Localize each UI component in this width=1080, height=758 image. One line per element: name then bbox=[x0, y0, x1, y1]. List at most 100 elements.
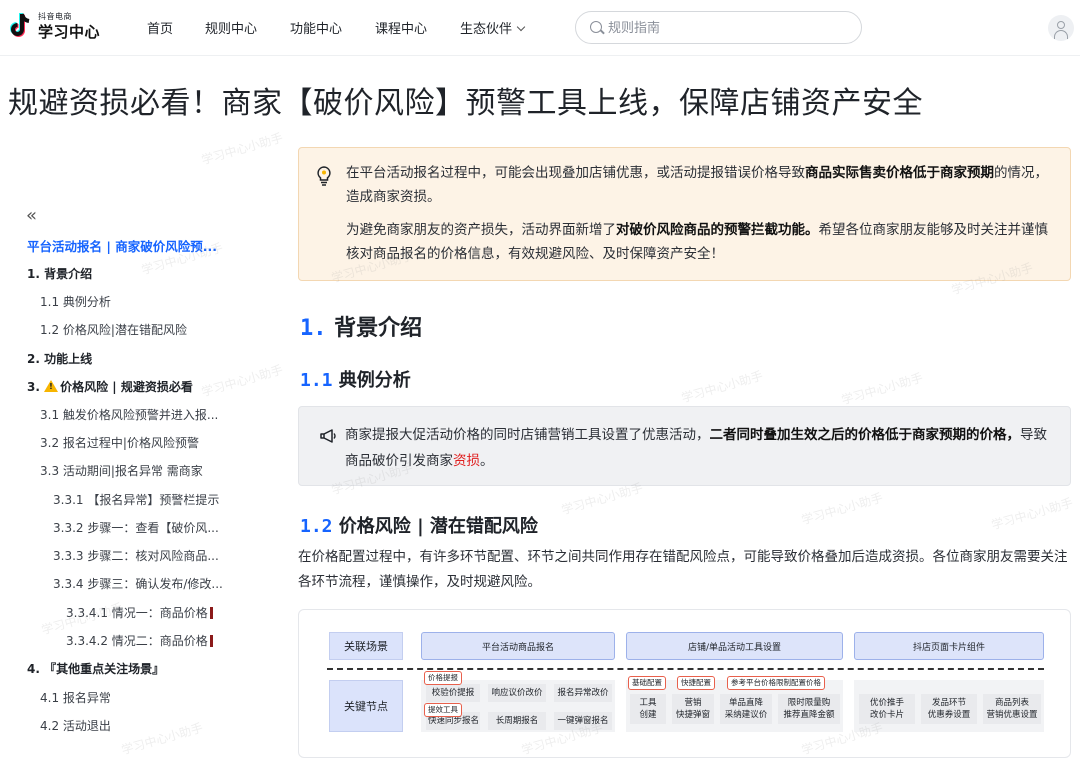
diagram-node: 报名异常改价 bbox=[554, 684, 612, 702]
watermark: 学习中心小助手 bbox=[989, 495, 1075, 533]
diagram-divider bbox=[327, 668, 1044, 670]
diagram-node: 校验价提报 bbox=[426, 684, 480, 702]
toc-item-label: 3.3.4.1 情况一：商品价格 bbox=[66, 606, 208, 620]
toc-item-label: 价格风险 | 规避资损必看 bbox=[60, 380, 193, 394]
logo-title: 学习中心 bbox=[38, 23, 101, 41]
tip-text: 为避免商家朋友的资产损失，活动界面新增了 bbox=[346, 222, 616, 238]
diagram-tag: 基础配置 bbox=[628, 676, 666, 690]
diagram-tag: 提效工具 bbox=[424, 703, 462, 717]
search-box[interactable] bbox=[575, 11, 862, 44]
megaphone-icon bbox=[320, 429, 336, 443]
watermark: 学习中心小助手 bbox=[199, 130, 285, 168]
watermark: 学习中心小助手 bbox=[679, 368, 765, 406]
toc-item[interactable]: 4. 『其他重点关注场景』 bbox=[27, 660, 164, 677]
warning-icon bbox=[44, 380, 59, 392]
nav-eco-partners[interactable]: 生态伙伴 bbox=[460, 18, 526, 37]
toc-item-label: 3.3.4.2 情况二：商品价格 bbox=[66, 634, 208, 648]
toc-item[interactable]: 3.3.4 步骤三：确认发布/修改... bbox=[53, 575, 223, 592]
price-config-diagram: 关联场景 平台活动商品报名 店铺/单品活动工具设置 抖店页面卡片组件 关键节点 … bbox=[298, 609, 1071, 758]
nav-feature-center[interactable]: 功能中心 bbox=[290, 18, 342, 37]
section-title: 价格风险 | 潜在错配风险 bbox=[338, 516, 538, 537]
example-text: 商家提报大促活动价格的同时店铺营销工具设置了优惠活动，二者同时叠加生效之后的价格… bbox=[345, 422, 1057, 474]
tip-highlight: 商品实际售卖价格低于商家预期 bbox=[805, 165, 994, 181]
toc-item[interactable]: 3.1 触发价格风险预警并进入报... bbox=[40, 406, 218, 423]
toc-item[interactable]: 1. 背景介绍 bbox=[27, 265, 92, 282]
diagram-scene: 平台活动商品报名 bbox=[421, 632, 615, 660]
toc-item[interactable]: 3.3.1 【报名异常】预警栏提示 bbox=[53, 491, 219, 508]
user-avatar[interactable] bbox=[1048, 15, 1074, 41]
diagram-tag: 快捷配置 bbox=[677, 676, 715, 690]
section-title: 典例分析 bbox=[338, 370, 411, 391]
toc-item-price-risk[interactable]: 3. 价格风险 | 规避资损必看 bbox=[27, 378, 193, 395]
toc-item[interactable]: 3.3.2 步骤一：查看【破价风... bbox=[53, 519, 219, 536]
tip-paragraph-2: 为避免商家朋友的资产损失，活动界面新增了对破价风险商品的预警拦截功能。希望各位商… bbox=[346, 218, 1058, 266]
example-callout: 商家提报大促活动价格的同时店铺营销工具设置了优惠活动，二者同时叠加生效之后的价格… bbox=[298, 406, 1071, 486]
toc-item[interactable]: 1.2 价格风险|潜在错配风险 bbox=[40, 321, 187, 338]
diagram-scene: 店铺/单品活动工具设置 bbox=[626, 632, 843, 660]
toc-item[interactable]: 3.2 报名过程中|价格风险预警 bbox=[40, 434, 199, 451]
red-bar-icon bbox=[209, 607, 213, 619]
douyin-logo-icon bbox=[10, 13, 30, 37]
note-text: 。 bbox=[480, 453, 494, 469]
tip-text: 在平台活动报名过程中，可能会出现叠加店铺优惠，或活动提报错误价格导致 bbox=[346, 165, 805, 181]
section-number: 1. bbox=[300, 316, 327, 341]
search-input[interactable] bbox=[608, 17, 848, 39]
body-paragraph: 在价格配置过程中，有许多环节配置、环节之间共同作用存在错配风险点，可能导致价格叠… bbox=[298, 549, 1068, 590]
diagram-tag: 参考平台价格限制配置价格 bbox=[727, 676, 825, 690]
toc-item[interactable]: 4.1 报名异常 bbox=[40, 689, 111, 706]
section-title: 背景介绍 bbox=[334, 316, 423, 341]
watermark: 学习中心小助手 bbox=[119, 720, 205, 758]
section-number: 1.2 bbox=[300, 516, 333, 537]
nav-eco-partners-label: 生态伙伴 bbox=[460, 22, 513, 37]
toc-item[interactable]: 2. 功能上线 bbox=[27, 350, 92, 367]
note-text: 商家提报大促活动价格的同时店铺营销工具设置了优惠活动， bbox=[345, 427, 710, 443]
section-heading-1-2: 1.2 价格风险 | 潜在错配风险 bbox=[300, 512, 538, 538]
diagram-node: 一键弹窗报名 bbox=[554, 712, 612, 730]
diagram-tag: 价格提报 bbox=[424, 671, 462, 685]
nav-course-center[interactable]: 课程中心 bbox=[375, 18, 427, 37]
nav-home[interactable]: 首页 bbox=[147, 18, 173, 37]
top-navigation-bar: 抖音电商 学习中心 首页 规则中心 功能中心 课程中心 生态伙伴 bbox=[0, 0, 1080, 56]
diagram-node: 工具 创建 bbox=[630, 694, 666, 724]
watermark: 学习中心小助手 bbox=[839, 370, 925, 408]
diagram-node: 商品列表 营销优惠设置 bbox=[983, 694, 1041, 724]
section-heading-1: 1. 背景介绍 bbox=[300, 310, 422, 342]
tip-callout: 在平台活动报名过程中，可能会出现叠加店铺优惠，或活动提报错误价格导致商品实际售卖… bbox=[298, 147, 1071, 281]
diagram-row-label: 关联场景 bbox=[329, 632, 403, 660]
chevron-down-icon bbox=[516, 22, 526, 32]
diagram-node: 响应议价改价 bbox=[488, 684, 546, 702]
toc-item[interactable]: 3.3.3 步骤二：核对风险商品... bbox=[53, 547, 219, 564]
user-icon-body bbox=[1054, 30, 1068, 39]
toc-item[interactable]: 3.3.4.1 情况一：商品价格 bbox=[66, 604, 213, 621]
search-icon bbox=[590, 21, 602, 33]
collapse-sidebar-icon[interactable]: « bbox=[26, 205, 37, 226]
page-title: 规避资损必看！商家【破价风险】预警工具上线，保障店铺资产安全 bbox=[8, 86, 923, 121]
toc-item[interactable]: 4.2 活动退出 bbox=[40, 717, 111, 734]
nav-rules-center[interactable]: 规则中心 bbox=[205, 18, 257, 37]
red-bar-icon bbox=[209, 635, 213, 647]
toc-active-article[interactable]: 平台活动报名 | 商家破价风险预... bbox=[27, 236, 217, 255]
diagram-node: 发品环节 优惠券设置 bbox=[921, 694, 977, 724]
douyin-ecommerce-logo[interactable]: 抖音电商 学习中心 bbox=[8, 10, 104, 44]
diagram-node: 长周期报名 bbox=[488, 712, 546, 730]
note-highlight: 二者同时叠加生效之后的价格低于商家预期的价格， bbox=[709, 427, 1021, 443]
note-risk-word: 资损 bbox=[453, 453, 480, 469]
diagram-node: 营销 快捷弹窗 bbox=[672, 694, 714, 724]
watermark: 学习中心小助手 bbox=[199, 362, 285, 400]
diagram-node: 单品直降 采纳建议价 bbox=[720, 694, 772, 724]
diagram-node: 限时限量购 推荐直降金额 bbox=[778, 694, 840, 724]
diagram-node: 优价推手 改价卡片 bbox=[859, 694, 915, 724]
user-icon-head bbox=[1057, 21, 1065, 29]
diagram-row-label: 关键节点 bbox=[329, 680, 403, 732]
tip-paragraph-1: 在平台活动报名过程中，可能会出现叠加店铺优惠，或活动提报错误价格导致商品实际售卖… bbox=[346, 161, 1058, 209]
toc-item[interactable]: 3.3 活动期间|报名异常 需商家 bbox=[40, 462, 203, 479]
section-heading-1-1: 1.1 典例分析 bbox=[300, 366, 411, 392]
toc-item[interactable]: 1.1 典例分析 bbox=[40, 293, 111, 310]
toc-item[interactable]: 3.3.4.2 情况二：商品价格 bbox=[66, 632, 213, 649]
toc-item-number: 3. bbox=[27, 380, 40, 394]
diagram-scene: 抖店页面卡片组件 bbox=[854, 632, 1044, 660]
section-number: 1.1 bbox=[300, 370, 333, 391]
lightbulb-icon bbox=[317, 166, 331, 186]
watermark: 学习中心小助手 bbox=[799, 490, 885, 528]
tip-highlight: 对破价风险商品的预警拦截功能。 bbox=[616, 222, 819, 238]
